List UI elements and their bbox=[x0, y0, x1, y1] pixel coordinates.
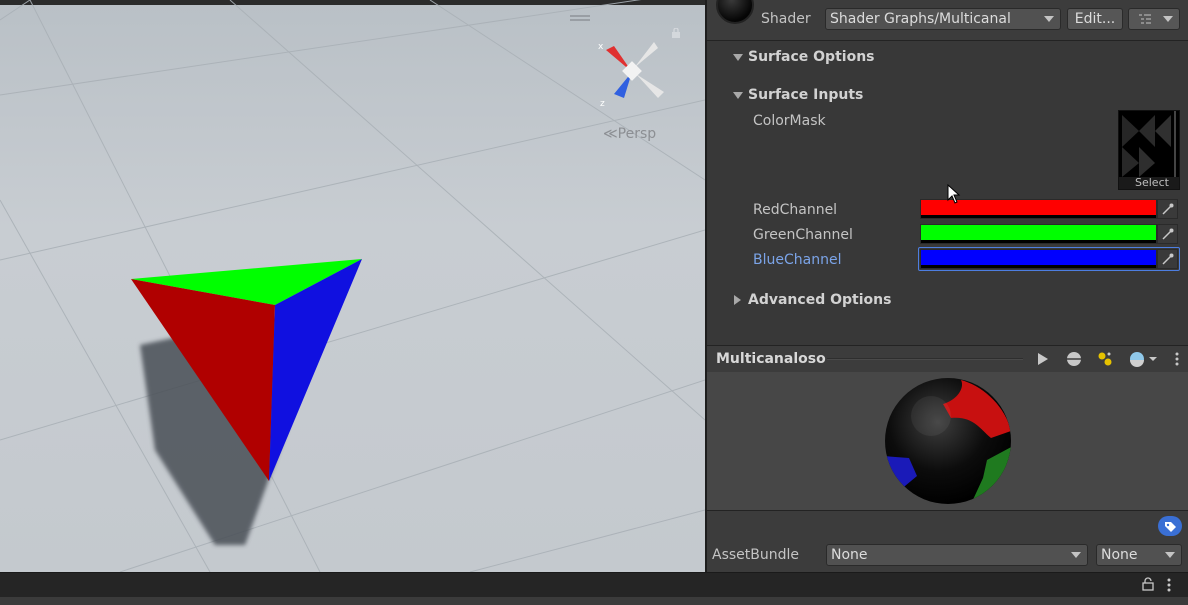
asset-bundle-variant-value: None bbox=[1101, 547, 1138, 563]
texture-select-button[interactable]: Select bbox=[1135, 176, 1169, 189]
material-preview[interactable] bbox=[707, 372, 1188, 510]
foldout-arrow-icon[interactable] bbox=[733, 54, 743, 61]
asset-bundle-label: AssetBundle bbox=[712, 547, 800, 563]
gizmo-z-label: z bbox=[600, 99, 605, 109]
scene-view[interactable]: x z ≪Persp bbox=[0, 0, 705, 572]
red-channel-picker[interactable] bbox=[1157, 199, 1178, 219]
preview-header: Multicanaloso bbox=[707, 345, 1188, 373]
gizmo-x-label: x bbox=[598, 42, 604, 52]
surface-options-header[interactable]: Surface Options bbox=[748, 49, 875, 65]
shader-options-button[interactable] bbox=[1128, 8, 1180, 30]
preview-sphere bbox=[885, 378, 1011, 504]
green-channel-label: GreenChannel bbox=[753, 227, 853, 243]
shader-dropdown[interactable]: Shader Graphs/Multicanal bbox=[825, 8, 1061, 30]
alpha-bar bbox=[921, 215, 1156, 218]
color-mask-label: ColorMask bbox=[753, 113, 826, 129]
eyedropper-icon bbox=[1162, 253, 1174, 265]
material-thumbnail bbox=[716, 0, 754, 24]
tag-icon[interactable] bbox=[1158, 516, 1182, 536]
inspector-panel: Shader Shader Graphs/Multicanal Edit... … bbox=[707, 0, 1188, 573]
asset-bundle-variant-dropdown[interactable]: None bbox=[1096, 544, 1182, 566]
list-icon bbox=[1139, 14, 1151, 24]
eyedropper-icon bbox=[1162, 203, 1174, 215]
blue-channel-color-field[interactable] bbox=[920, 249, 1157, 269]
green-channel-color-field[interactable] bbox=[920, 224, 1157, 244]
shader-label: Shader bbox=[761, 11, 811, 27]
chevron-down-icon bbox=[1163, 16, 1173, 22]
blue-channel-picker[interactable] bbox=[1157, 249, 1178, 269]
play-icon[interactable] bbox=[1030, 349, 1054, 369]
perspective-icon: ≪ bbox=[603, 126, 618, 142]
foldout-arrow-icon[interactable] bbox=[733, 92, 743, 99]
color-mask-texture-slot[interactable]: Select bbox=[1118, 110, 1180, 190]
orientation-gizmo[interactable]: x z bbox=[596, 38, 672, 110]
edit-shader-button[interactable]: Edit... bbox=[1067, 8, 1123, 30]
light-icon[interactable] bbox=[1093, 349, 1117, 369]
lock-icon[interactable] bbox=[671, 28, 681, 38]
scene-menu-icon[interactable] bbox=[570, 15, 590, 21]
mouse-cursor-icon bbox=[947, 184, 961, 204]
advanced-options-header[interactable]: Advanced Options bbox=[748, 292, 891, 308]
shader-dropdown-value: Shader Graphs/Multicanal bbox=[830, 11, 1011, 27]
more-menu-icon[interactable] bbox=[1164, 577, 1174, 593]
texture-thumbnail bbox=[1119, 111, 1179, 177]
shader-row: Shader Shader Graphs/Multicanal Edit... bbox=[707, 0, 1188, 41]
sphere-mesh-icon[interactable] bbox=[1062, 349, 1086, 369]
surface-inputs-header[interactable]: Surface Inputs bbox=[748, 87, 863, 103]
sky-ball-icon[interactable] bbox=[1125, 349, 1161, 369]
green-channel-picker[interactable] bbox=[1157, 224, 1178, 244]
status-strip bbox=[0, 573, 1188, 597]
alpha-bar bbox=[921, 265, 1156, 268]
chevron-down-icon bbox=[1044, 16, 1054, 22]
preview-drag-handle[interactable] bbox=[827, 358, 1023, 360]
eyedropper-icon bbox=[1162, 228, 1174, 240]
asset-bundle-name-dropdown[interactable]: None bbox=[826, 544, 1088, 566]
blue-channel-label: BlueChannel bbox=[753, 252, 842, 268]
projection-label: Persp bbox=[617, 126, 657, 142]
chevron-down-icon bbox=[1165, 552, 1175, 558]
lock-icon[interactable] bbox=[1141, 577, 1155, 591]
bottom-status-bar bbox=[0, 572, 1188, 605]
asset-bundle-name-value: None bbox=[831, 547, 868, 563]
alpha-bar bbox=[921, 240, 1156, 243]
projection-toggle[interactable]: ≪Persp bbox=[603, 126, 656, 142]
foldout-arrow-icon[interactable] bbox=[734, 295, 741, 305]
chevron-down-icon bbox=[1071, 552, 1081, 558]
red-channel-label: RedChannel bbox=[753, 202, 838, 218]
asset-bundle-row: AssetBundle None None bbox=[707, 510, 1188, 573]
preview-title: Multicanaloso bbox=[716, 351, 826, 367]
more-menu-icon[interactable] bbox=[1169, 349, 1185, 369]
